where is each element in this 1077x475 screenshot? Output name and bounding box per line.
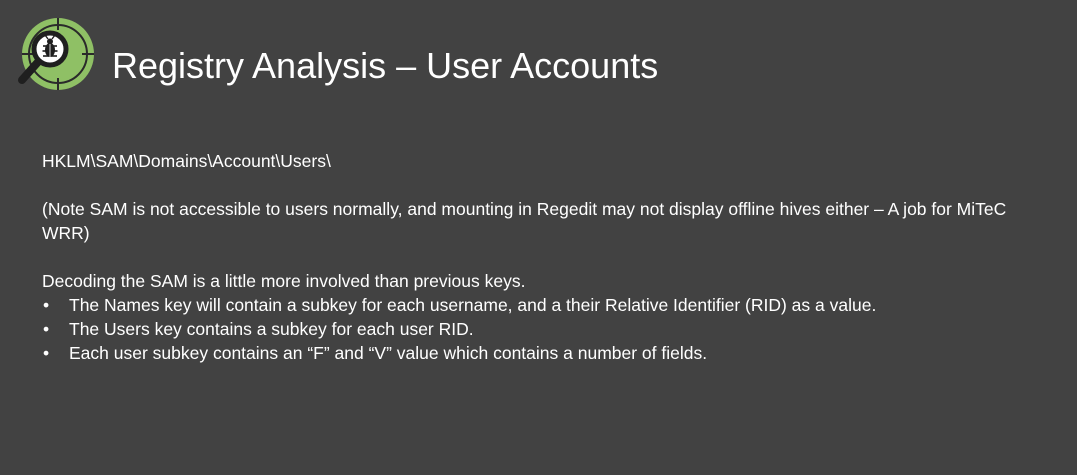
bullet-item: • Each user subkey contains an “F” and “…: [42, 341, 1052, 365]
slide-title: Registry Analysis – User Accounts: [112, 45, 659, 86]
bullet-dot: •: [43, 295, 50, 315]
note-text: (Note SAM is not accessible to users nor…: [42, 199, 1007, 243]
bullet-text: Each user subkey contains an “F” and “V”…: [69, 343, 708, 363]
bullet-text: The Users key contains a subkey for each…: [69, 319, 474, 339]
intro-text: Decoding the SAM is a little more involv…: [42, 271, 526, 291]
bullet-list: • The Names key will contain a subkey fo…: [42, 293, 1052, 365]
registry-path: HKLM\SAM\Domains\Account\Users\: [42, 151, 331, 171]
bullet-text: The Names key will contain a subkey for …: [69, 295, 877, 315]
magnifier-bug-icon: [18, 18, 94, 90]
bullet-dot: •: [43, 343, 50, 363]
bullet-item: • The Names key will contain a subkey fo…: [42, 293, 1052, 317]
slide-body: HKLM\SAM\Domains\Account\Users\ (Note SA…: [42, 149, 1052, 365]
slide: Registry Analysis – User Accounts HKLM\S…: [0, 0, 1077, 475]
bullet-dot: •: [43, 319, 50, 339]
bullet-item: • The Users key contains a subkey for ea…: [42, 317, 1052, 341]
